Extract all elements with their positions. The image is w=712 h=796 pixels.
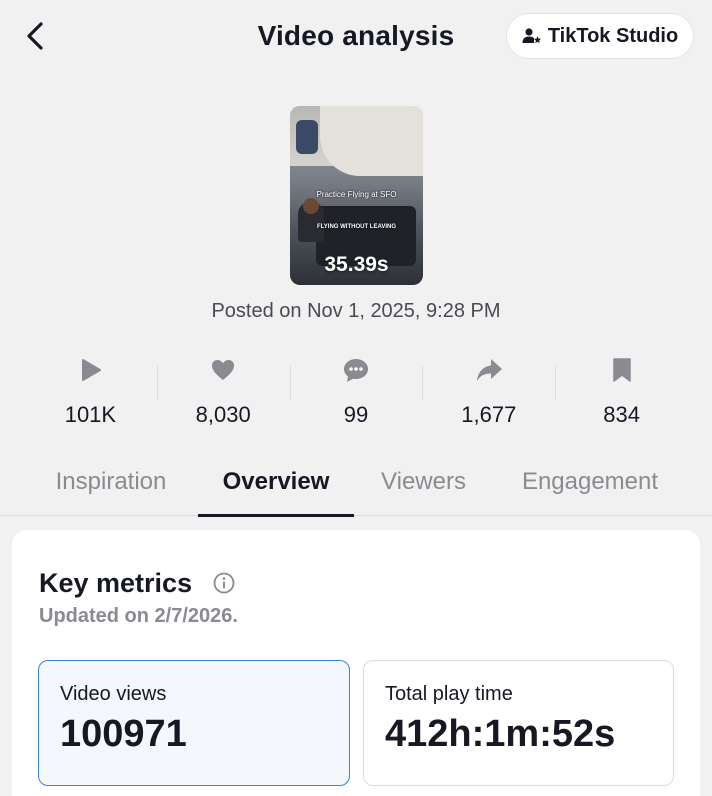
posted-date: Posted on Nov 1, 2025, 9:28 PM xyxy=(211,300,501,322)
key-metrics-title: Key metrics xyxy=(39,568,193,598)
stat-saves[interactable]: 834 xyxy=(555,352,688,432)
tab-inspiration[interactable]: Inspiration xyxy=(46,468,176,516)
tab-engagement[interactable]: Engagement xyxy=(514,468,666,516)
header: Video analysis TikTok Studio xyxy=(0,0,712,80)
video-thumbnail[interactable]: Practice Flying at SFO FLYING WITHOUT LE… xyxy=(290,106,423,285)
tab-viewers[interactable]: Viewers xyxy=(375,468,472,516)
tab-overview[interactable]: Overview xyxy=(198,468,354,517)
stat-views-value: 101K xyxy=(64,402,117,427)
metric-label: Total play time xyxy=(385,683,513,705)
key-metrics-card: Key metrics Updated on 2/7/2026. Video v… xyxy=(12,530,700,796)
comment-icon xyxy=(343,359,368,382)
metric-card-total-play-time[interactable]: Total play time 412h:1m:52s xyxy=(363,660,674,786)
stat-likes[interactable]: 8,030 xyxy=(156,352,290,432)
stat-comments[interactable]: 99 xyxy=(289,352,423,432)
metric-value: 100971 xyxy=(60,713,187,755)
stat-comments-value: 99 xyxy=(343,402,369,427)
updated-date: Updated on 2/7/2026. xyxy=(39,605,238,627)
thumbnail-scene xyxy=(303,198,319,214)
bookmark-icon xyxy=(612,358,631,382)
metric-label: Video views xyxy=(60,683,167,705)
stats-row: 101K 8,030 99 1,677 834 xyxy=(24,352,688,432)
thumbnail-caption-top: Practice Flying at SFO xyxy=(316,190,397,199)
share-icon xyxy=(476,359,502,381)
stat-shares[interactable]: 1,677 xyxy=(422,352,555,432)
stat-views[interactable]: 101K xyxy=(24,352,157,432)
tab-bar: Inspiration Overview Viewers Engagement xyxy=(0,462,712,517)
stat-shares-value: 1,677 xyxy=(461,402,517,427)
thumbnail-scene xyxy=(320,106,423,176)
stat-saves-value: 834 xyxy=(603,402,640,427)
thumbnail-scene xyxy=(296,120,318,154)
thumbnail-caption-bottom: FLYING WITHOUT LEAVING xyxy=(317,224,396,230)
stat-likes-value: 8,030 xyxy=(195,402,251,427)
tiktok-studio-label: TikTok Studio xyxy=(547,24,679,47)
heart-icon xyxy=(212,360,235,380)
user-star-icon xyxy=(522,28,542,44)
video-duration: 35.39s xyxy=(324,253,389,276)
info-icon[interactable] xyxy=(212,571,236,595)
play-icon xyxy=(82,359,102,381)
tiktok-studio-button[interactable]: TikTok Studio xyxy=(506,13,694,59)
metric-value: 412h:1m:52s xyxy=(385,713,616,755)
metric-card-video-views[interactable]: Video views 100971 xyxy=(38,660,350,786)
